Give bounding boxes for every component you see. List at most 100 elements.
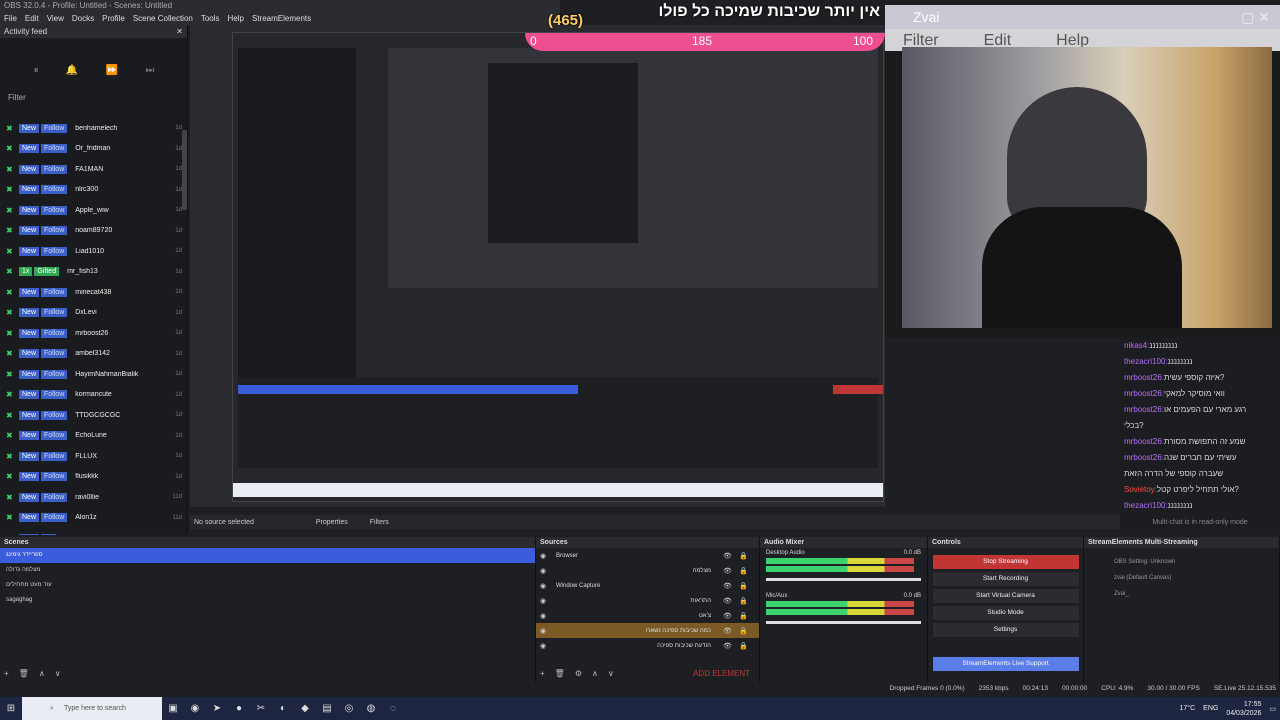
settings-button[interactable]: Settings [932,623,1079,637]
browser-icon[interactable]: ◍ [360,703,382,714]
window-controls-icon[interactable]: ▢ ✕ [1241,5,1280,29]
feed-row[interactable]: ✖NewF...TheBenjaminNetanyahu11d [6,530,182,535]
filters-button[interactable]: Filters [370,519,389,526]
scene-item[interactable]: ספריידר גימינג [0,548,535,563]
menu-docks[interactable]: Docks [72,12,94,25]
scene-item[interactable]: עוד מעט מתחילים [0,578,535,593]
lock-icon[interactable]: 🔒 [739,597,755,605]
lock-icon[interactable]: 🔒 [739,612,755,620]
visibility-icon[interactable]: 👁 [723,552,739,560]
visibility-icon[interactable]: 👁 [723,567,739,575]
live-support-button[interactable]: StreamElements Live Support [932,657,1079,671]
feed-row[interactable]: ✖ New Follow flusikkk 1d [6,469,182,485]
menu-view[interactable]: View [47,12,64,25]
visibility-icon[interactable]: 👁 [723,627,739,635]
feed-row[interactable]: ✖ New Follow FA1MAN 1d [6,161,182,177]
feed-row[interactable]: ✖ New Follow nlrc300 1d [6,182,182,198]
feed-row[interactable]: ✖ New Follow DxLevi 1d [6,305,182,321]
studio-mode-button[interactable]: Studio Mode [932,606,1079,620]
taskbar-search[interactable]: ⌕ Type here to search [22,697,162,720]
feed-row[interactable]: ✖ New Follow benhamelech 1d [6,120,182,136]
scene-item[interactable]: מצלמה גדולה [0,563,535,578]
add-icon[interactable]: + [4,669,9,678]
source-item[interactable]: ◉ Browser 👁 🔒 [536,548,759,563]
volume-slider[interactable] [766,621,921,624]
source-item[interactable]: ◉ הודעת שכיבות ספיכה 👁 🔒 [536,638,759,653]
feed-row[interactable]: ✖ New Follow kormancute 1d [6,387,182,403]
lock-icon[interactable]: 🔒 [739,627,755,635]
start-virtual-camera-button[interactable]: Start Virtual Camera [932,589,1079,603]
menu-streamelements[interactable]: StreamElements [252,12,311,25]
task-view-icon[interactable]: ▣ [162,703,184,714]
lock-icon[interactable]: 🔒 [739,567,755,575]
multistream-row[interactable]: OBS Setting: Unknown [1114,554,1249,570]
menu-scene-collection[interactable]: Scene Collection [133,12,193,25]
clock[interactable]: 17:55 04/03/2026 [1226,700,1261,718]
source-item[interactable]: ◉ התראות 👁 🔒 [536,593,759,608]
volume-slider[interactable] [766,578,921,581]
feed-row[interactable]: ✖ 1x Gifted mr_fish13 1d [6,264,182,280]
source-item[interactable]: ◉ צ'אט 👁 🔒 [536,608,759,623]
feed-row[interactable]: ✖ New Follow Alon1z 11d [6,510,182,526]
feed-row[interactable]: ✖ New Follow EchoLune 1d [6,428,182,444]
feed-row[interactable]: ✖ New Follow HayimNahmanBialik 1d [6,366,182,382]
bell-icon[interactable]: 🔔 [66,65,78,76]
add-element-button[interactable]: ADD ELEMENT [693,669,750,678]
down-icon[interactable]: ∨ [608,669,614,678]
feed-row[interactable]: ✖ New Follow noam89720 1d [6,223,182,239]
skip-icon[interactable]: ⏩ [106,65,118,76]
add-icon[interactable]: + [540,669,545,678]
obsidian-icon[interactable]: ◆ [294,703,316,714]
feed-row[interactable]: ✖ New Follow Liad1010 1d [6,243,182,259]
capcut-icon[interactable]: ✂ [250,703,272,714]
language-indicator[interactable]: ENG [1203,705,1218,712]
skip-end-icon[interactable]: ⏭ [145,65,154,76]
close-icon[interactable]: ✕ [176,25,183,38]
feed-row[interactable]: ✖ New Follow mrboost26 1d [6,325,182,341]
folder-icon[interactable]: ▤ [316,703,338,714]
windows-start-icon[interactable]: ⊞ [0,703,22,714]
menu-file[interactable]: File [4,12,17,25]
notifications-icon[interactable]: ▭ [1269,705,1276,713]
chrome-icon[interactable]: ◎ [338,703,360,714]
source-item[interactable]: ◉ כמה שכיבות ספיכה נשארו 👁 🔒 [536,623,759,638]
lock-icon[interactable]: 🔒 [739,552,755,560]
lock-icon[interactable]: 🔒 [739,582,755,590]
scene-item[interactable]: sagaghag [0,593,535,608]
up-icon[interactable]: ∧ [592,669,598,678]
pause-icon[interactable]: ⏸ [34,65,39,76]
visibility-icon[interactable]: 👁 [723,582,739,590]
feed-row[interactable]: ✖ New Follow FLLUX 1d [6,448,182,464]
multistream-row[interactable]: zvai (Default Canvas) [1114,570,1249,586]
source-item[interactable]: ◉ מצלמה 👁 🔒 [536,563,759,578]
visibility-icon[interactable]: 👁 [723,642,739,650]
multistream-row[interactable]: Zvai_ [1114,586,1249,602]
start-recording-button[interactable]: Start Recording [932,572,1079,586]
spotify-icon[interactable]: ● [228,703,250,714]
discord-icon[interactable]: ◉ [184,703,206,714]
menu-edit[interactable]: Edit [25,12,39,25]
feed-row[interactable]: ✖ New Follow ravi0llie 11d [6,489,182,505]
trash-icon[interactable]: 🗑 [555,669,565,678]
menu-help[interactable]: Help [228,12,244,25]
lock-icon[interactable]: 🔒 [739,642,755,650]
visibility-icon[interactable]: 👁 [723,612,739,620]
feed-row[interactable]: ✖ New Follow Or_fridman 1d [6,141,182,157]
visibility-icon[interactable]: 👁 [723,597,739,605]
feed-row[interactable]: ✖ New Follow Apple_wiw 1d [6,202,182,218]
source-item[interactable]: ◉ Window Capture 👁 🔒 [536,578,759,593]
trash-icon[interactable]: 🗑 [19,669,29,678]
up-icon[interactable]: ∧ [39,669,45,678]
feed-row[interactable]: ✖ New Follow ambel3142 1d [6,346,182,362]
obs-icon[interactable]: ◌ [382,703,404,714]
feed-row[interactable]: ✖ New Follow minecat438 1d [6,284,182,300]
down-icon[interactable]: ∨ [55,669,61,678]
telegram-icon[interactable]: ➤ [206,703,228,714]
gear-icon[interactable]: ⚙ [575,669,582,678]
menu-profile[interactable]: Profile [102,12,125,25]
feed-scrollbar[interactable] [182,130,187,210]
stop-streaming-button[interactable]: Stop Streaming [932,555,1079,569]
feed-row[interactable]: ✖ New Follow TTDGCGCGC 1d [6,407,182,423]
feed-filter[interactable]: Filter [8,93,26,102]
properties-button[interactable]: Properties [316,519,348,526]
